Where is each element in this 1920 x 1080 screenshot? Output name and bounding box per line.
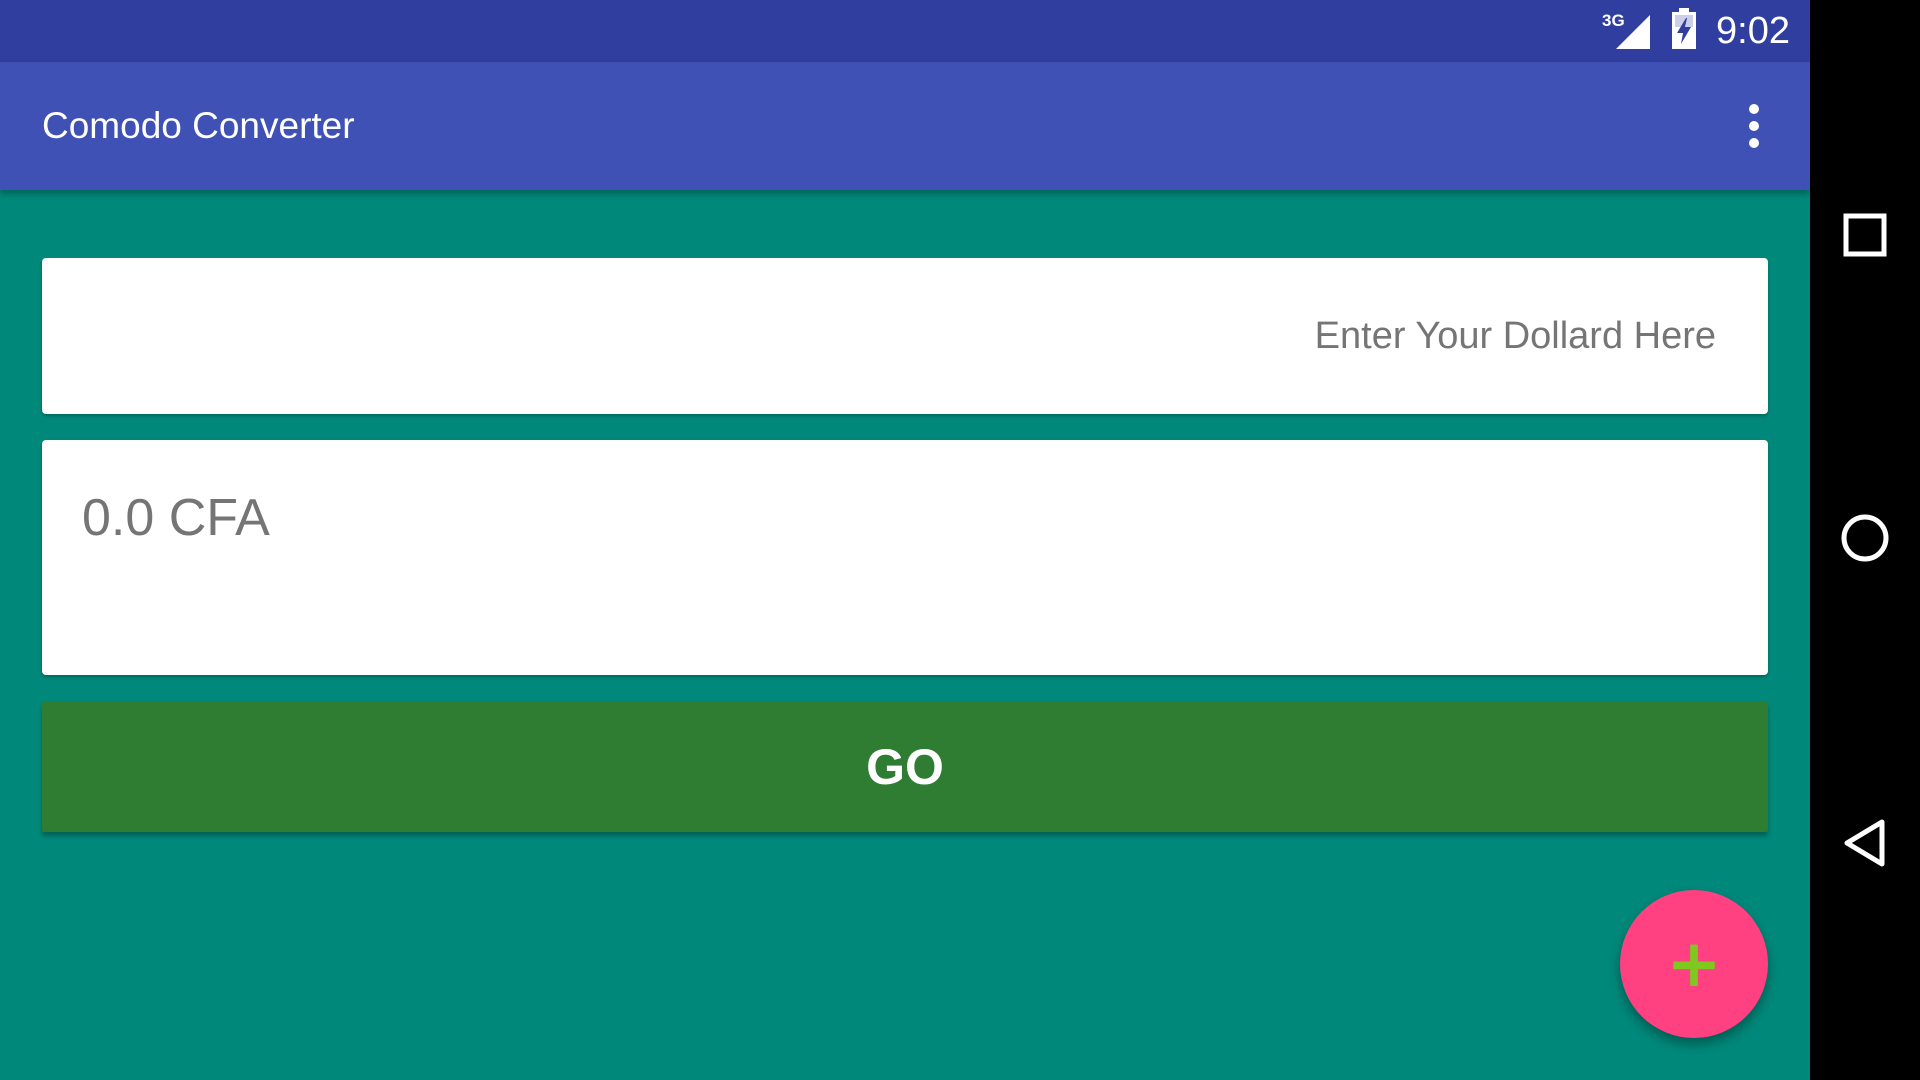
app-bar: Comodo Converter — [0, 62, 1810, 190]
device-screen: 3G 9:02 Comodo Converter Enter Your Doll… — [0, 0, 1920, 1080]
result-box: 0.0 CFA — [42, 440, 1768, 675]
signal-icon: 3G — [1602, 11, 1652, 51]
overflow-menu-icon[interactable] — [1742, 102, 1766, 150]
app-title: Comodo Converter — [42, 105, 355, 146]
go-button[interactable]: GO — [42, 702, 1768, 832]
status-icons: 3G 9:02 — [1602, 0, 1790, 62]
recents-icon[interactable] — [1825, 195, 1905, 275]
network-type-label: 3G — [1602, 11, 1625, 30]
result-text: 0.0 CFA — [82, 489, 270, 547]
dollar-input[interactable] — [42, 258, 1768, 414]
app-window: 3G 9:02 Comodo Converter Enter Your Doll… — [0, 0, 1810, 1080]
add-fab-button[interactable]: + — [1620, 890, 1768, 1038]
navigation-bar — [1810, 0, 1920, 1080]
status-bar: 3G 9:02 — [0, 0, 1810, 62]
plus-icon: + — [1666, 925, 1722, 1002]
home-icon[interactable] — [1825, 498, 1905, 578]
battery-charging-icon — [1670, 8, 1698, 54]
clock: 9:02 — [1716, 9, 1790, 52]
back-icon[interactable] — [1825, 803, 1905, 883]
